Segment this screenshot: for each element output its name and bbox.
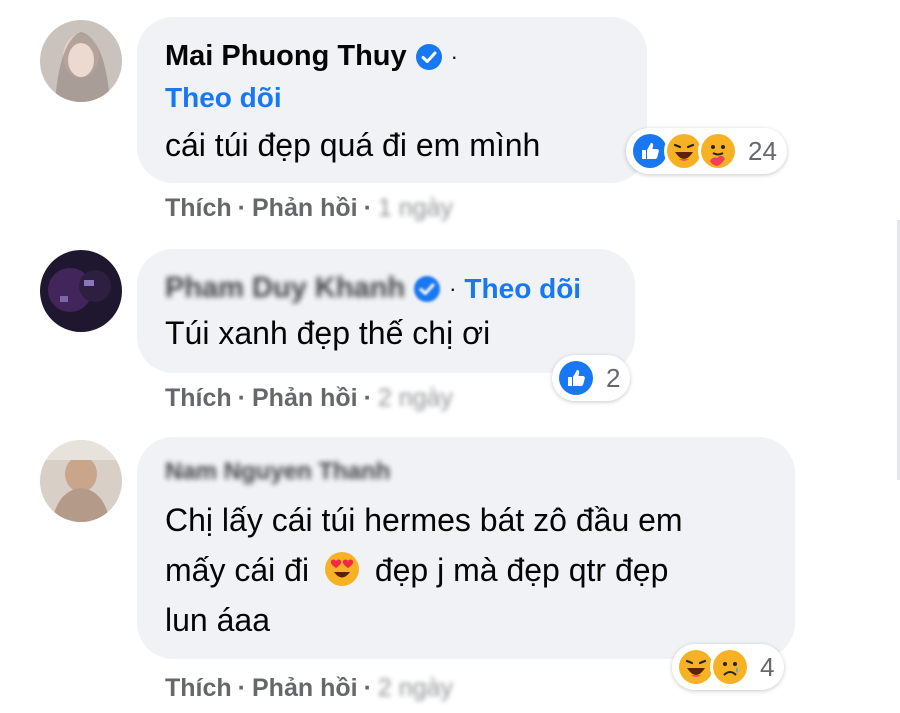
care-icon: [698, 131, 738, 171]
separator-dot: ·: [363, 384, 372, 412]
comment-author[interactable]: Pham Duy Khanh: [165, 272, 405, 305]
separator-dot: ·: [237, 674, 246, 702]
separator-dot: ·: [237, 194, 246, 222]
comment-time[interactable]: 2 ngày: [378, 384, 453, 413]
separator-dot: ·: [363, 194, 372, 222]
separator-dot: ·: [449, 275, 457, 301]
comment-text: Chị lấy cái túi hermes bát zô đầu em mấy…: [165, 495, 785, 645]
reaction-count: 2: [606, 362, 621, 393]
comment-text: cái túi đẹp quá đi em mình: [165, 127, 541, 163]
like-button[interactable]: Thích: [165, 194, 232, 223]
comment-time[interactable]: 2 ngày: [378, 674, 453, 703]
reaction-summary[interactable]: 4: [672, 644, 785, 690]
avatar[interactable]: [40, 250, 122, 332]
follow-link[interactable]: Theo dõi: [464, 273, 581, 305]
sad-icon: [710, 647, 750, 687]
like-icon: [556, 358, 596, 398]
comment-author[interactable]: Mai Phuong Thuy: [165, 40, 407, 73]
separator-dot: ·: [363, 674, 372, 702]
reply-button[interactable]: Phản hồi: [252, 674, 358, 703]
avatar[interactable]: [40, 20, 122, 102]
like-button[interactable]: Thích: [165, 674, 232, 703]
reaction-count: 24: [748, 135, 777, 166]
separator-dot: ·: [450, 43, 458, 69]
comment-text-line: mấy cái đi đẹp j mà đẹp qtr đẹp: [165, 545, 785, 595]
reaction-count: 4: [760, 651, 775, 682]
separator-dot: ·: [237, 384, 246, 412]
reply-button[interactable]: Phản hồi: [252, 384, 358, 413]
avatar[interactable]: [40, 440, 122, 522]
comment-text-line: Chị lấy cái túi hermes bát zô đầu em: [165, 502, 683, 538]
verified-badge-icon: [414, 275, 441, 302]
reaction-summary[interactable]: 24: [626, 128, 787, 174]
reaction-summary[interactable]: 2: [552, 355, 631, 401]
comment-text-part: mấy cái đi: [165, 552, 310, 588]
comment-text-line: lun áaa: [165, 602, 270, 638]
heart-eyes-emoji-icon: [324, 551, 360, 587]
verified-badge-icon: [415, 43, 442, 70]
comment-author[interactable]: Nam Nguyen Thanh: [165, 458, 390, 486]
comment-text: Túi xanh đẹp thế chị ơi: [165, 315, 491, 351]
comment-text-part: đẹp j mà đẹp qtr đẹp: [374, 552, 669, 588]
reply-button[interactable]: Phản hồi: [252, 194, 358, 223]
like-button[interactable]: Thích: [165, 384, 232, 413]
follow-link[interactable]: Theo dõi: [165, 82, 282, 113]
comment-time[interactable]: 1 ngày: [378, 194, 453, 223]
